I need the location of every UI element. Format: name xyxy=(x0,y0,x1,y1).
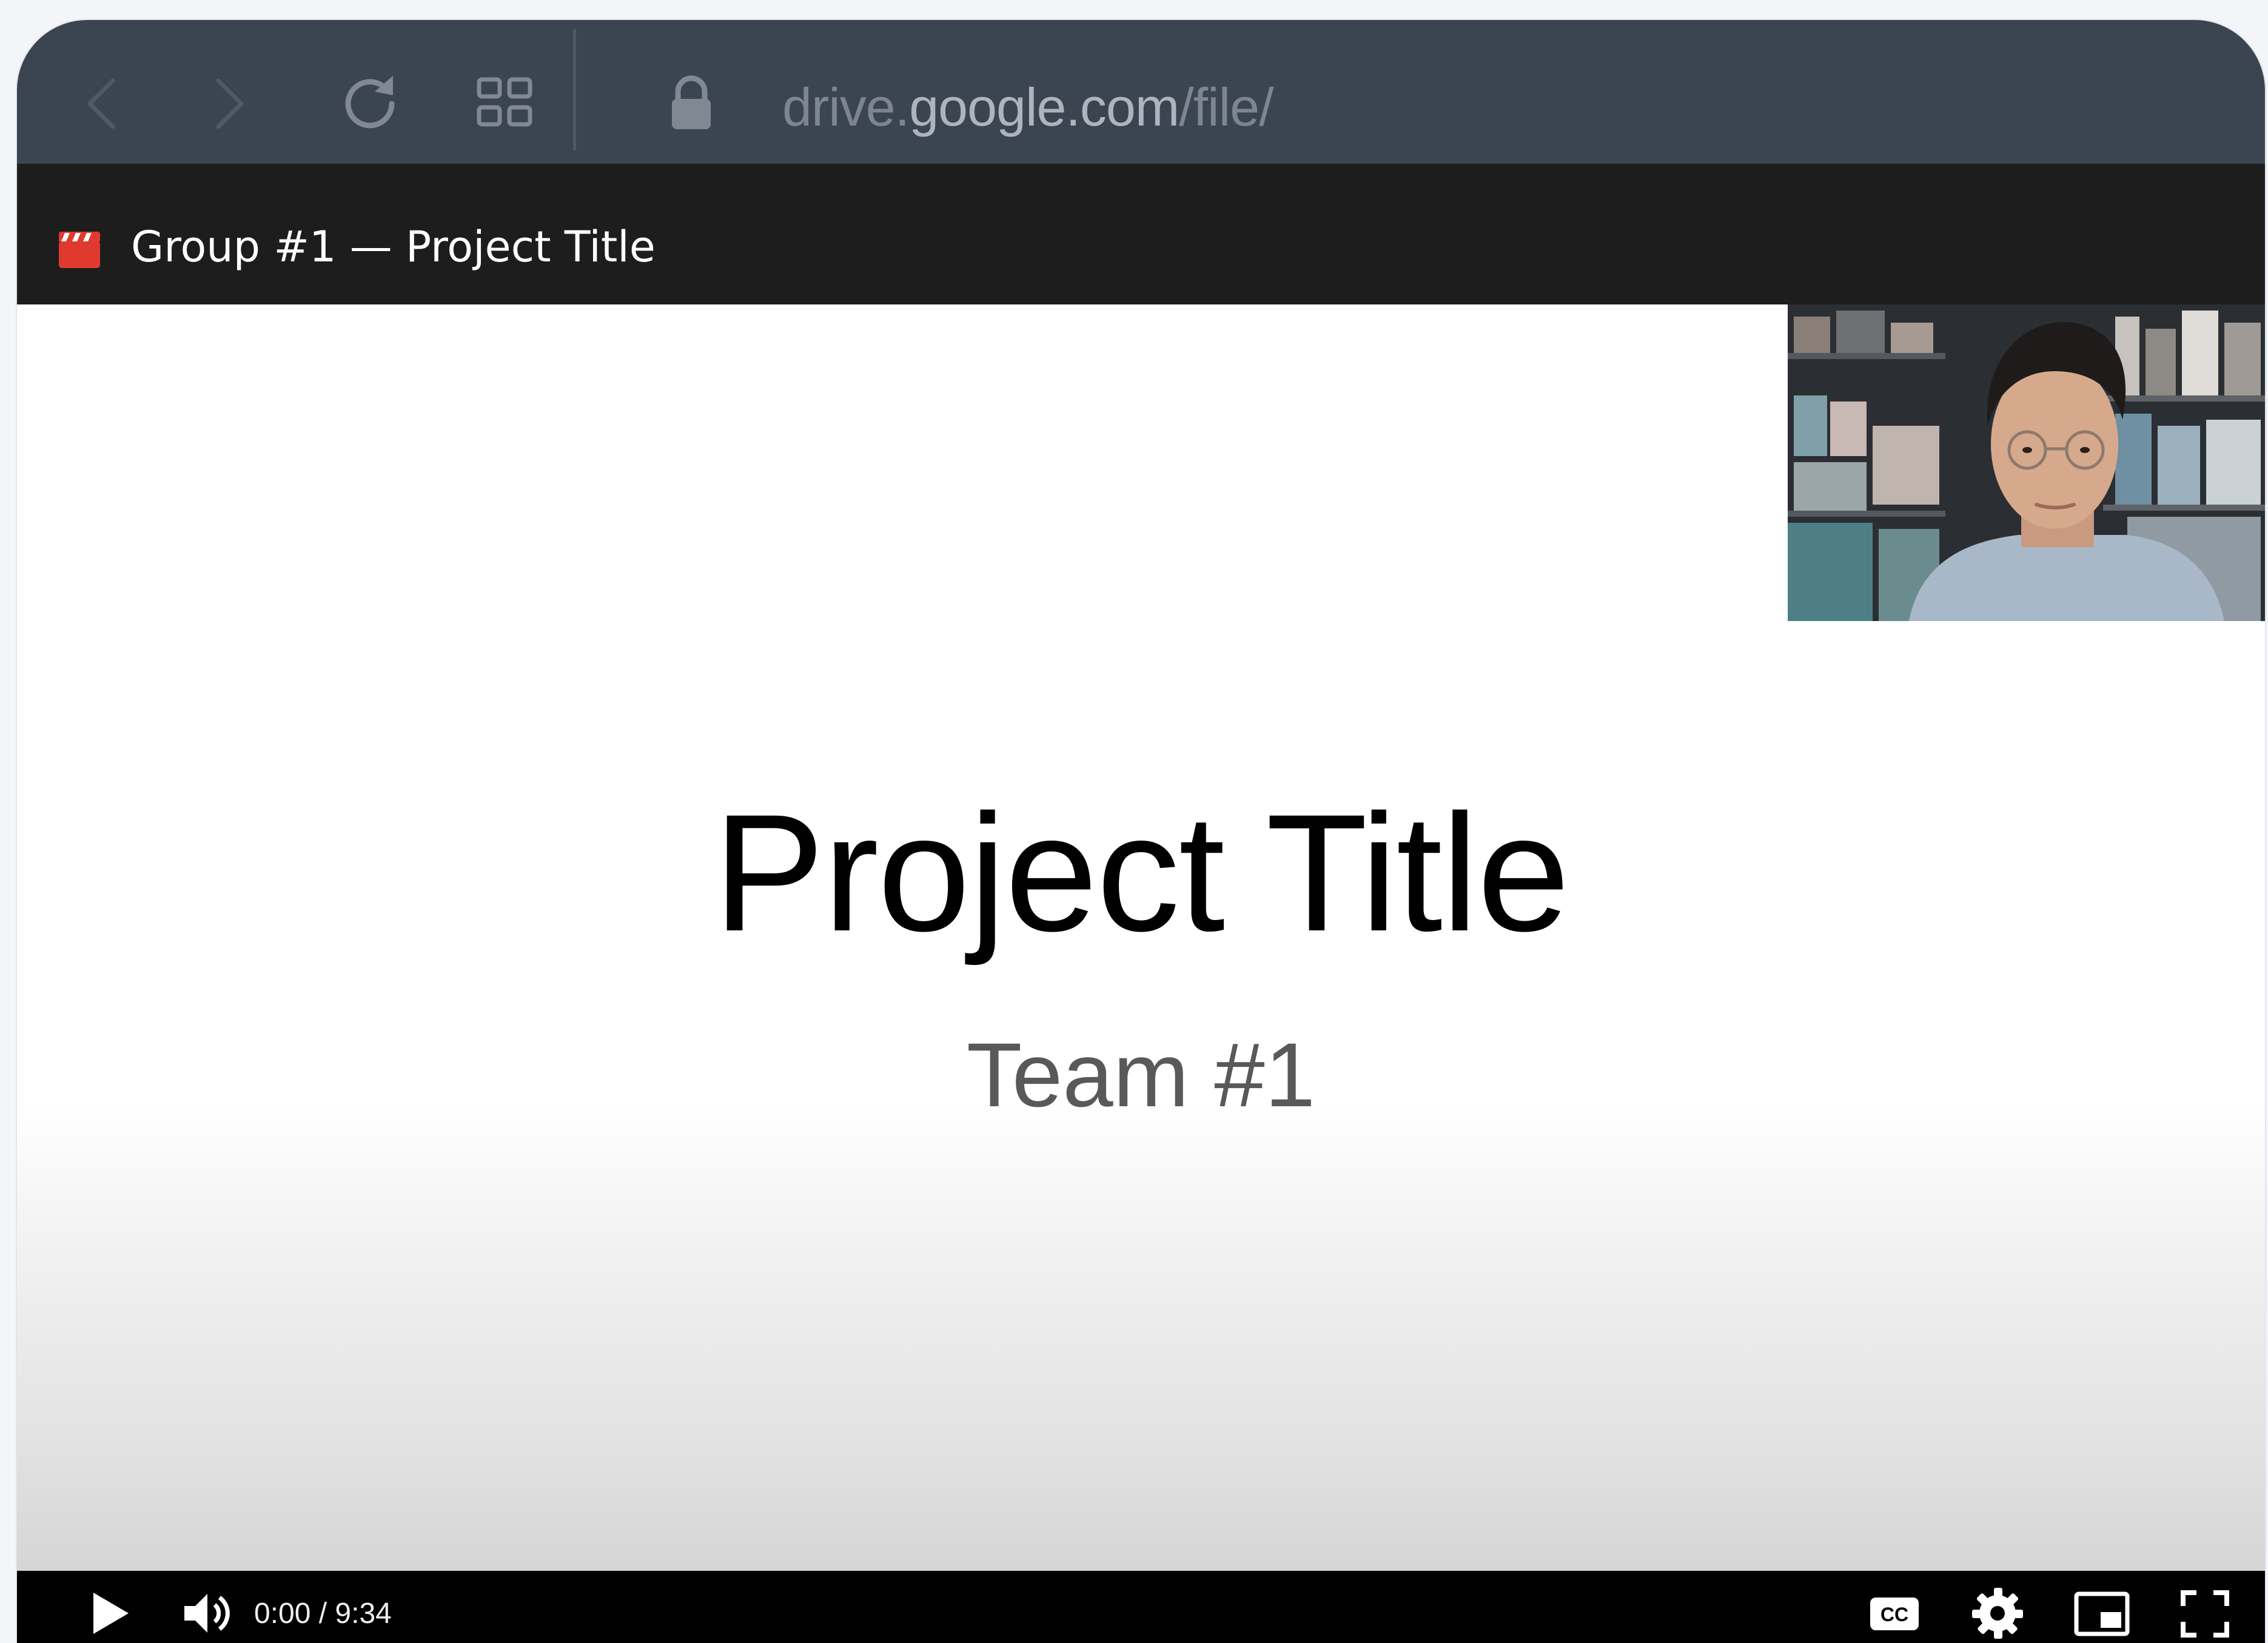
forward-arrow-icon[interactable] xyxy=(193,67,266,140)
file-title-bar: Group #1 — Project Title xyxy=(17,164,2265,304)
url-subdomain: drive. xyxy=(782,77,910,137)
url-path: /file/ xyxy=(1179,77,1273,137)
playback-time: 0:00 / 9:34 xyxy=(254,1598,392,1630)
address-bar[interactable]: drive.google.com/file/ xyxy=(782,71,1274,144)
url-domain: google.com xyxy=(909,77,1179,137)
player-controls: 0:00 / 9:34 CC xyxy=(17,1571,2265,1643)
svg-text:CC: CC xyxy=(1880,1604,1908,1625)
back-arrow-icon[interactable] xyxy=(65,67,138,140)
webcam-overlay xyxy=(1788,304,2265,621)
volume-icon[interactable] xyxy=(178,1584,237,1642)
browser-window: drive.google.com/file/ Group #1 — Projec… xyxy=(17,20,2265,1643)
file-title: Group #1 — Project Title xyxy=(131,222,656,272)
settings-gear-icon[interactable] xyxy=(1968,1584,2027,1642)
video-player[interactable]: Project Title Team #1 xyxy=(17,304,2265,1571)
tabs-grid-icon[interactable] xyxy=(468,67,541,140)
toolbar-divider xyxy=(573,29,576,150)
browser-toolbar: drive.google.com/file/ xyxy=(17,20,2265,164)
closed-captions-icon[interactable]: CC xyxy=(1865,1584,1924,1642)
reload-icon[interactable] xyxy=(334,67,406,140)
miniplayer-icon[interactable] xyxy=(2073,1584,2131,1642)
fullscreen-icon[interactable] xyxy=(2176,1584,2234,1642)
clapperboard-icon xyxy=(58,229,101,269)
play-icon[interactable] xyxy=(80,1584,138,1642)
slide-title: Project Title xyxy=(713,780,1570,966)
slide-subtitle: Team #1 xyxy=(966,1024,1316,1126)
lock-icon xyxy=(655,67,728,140)
